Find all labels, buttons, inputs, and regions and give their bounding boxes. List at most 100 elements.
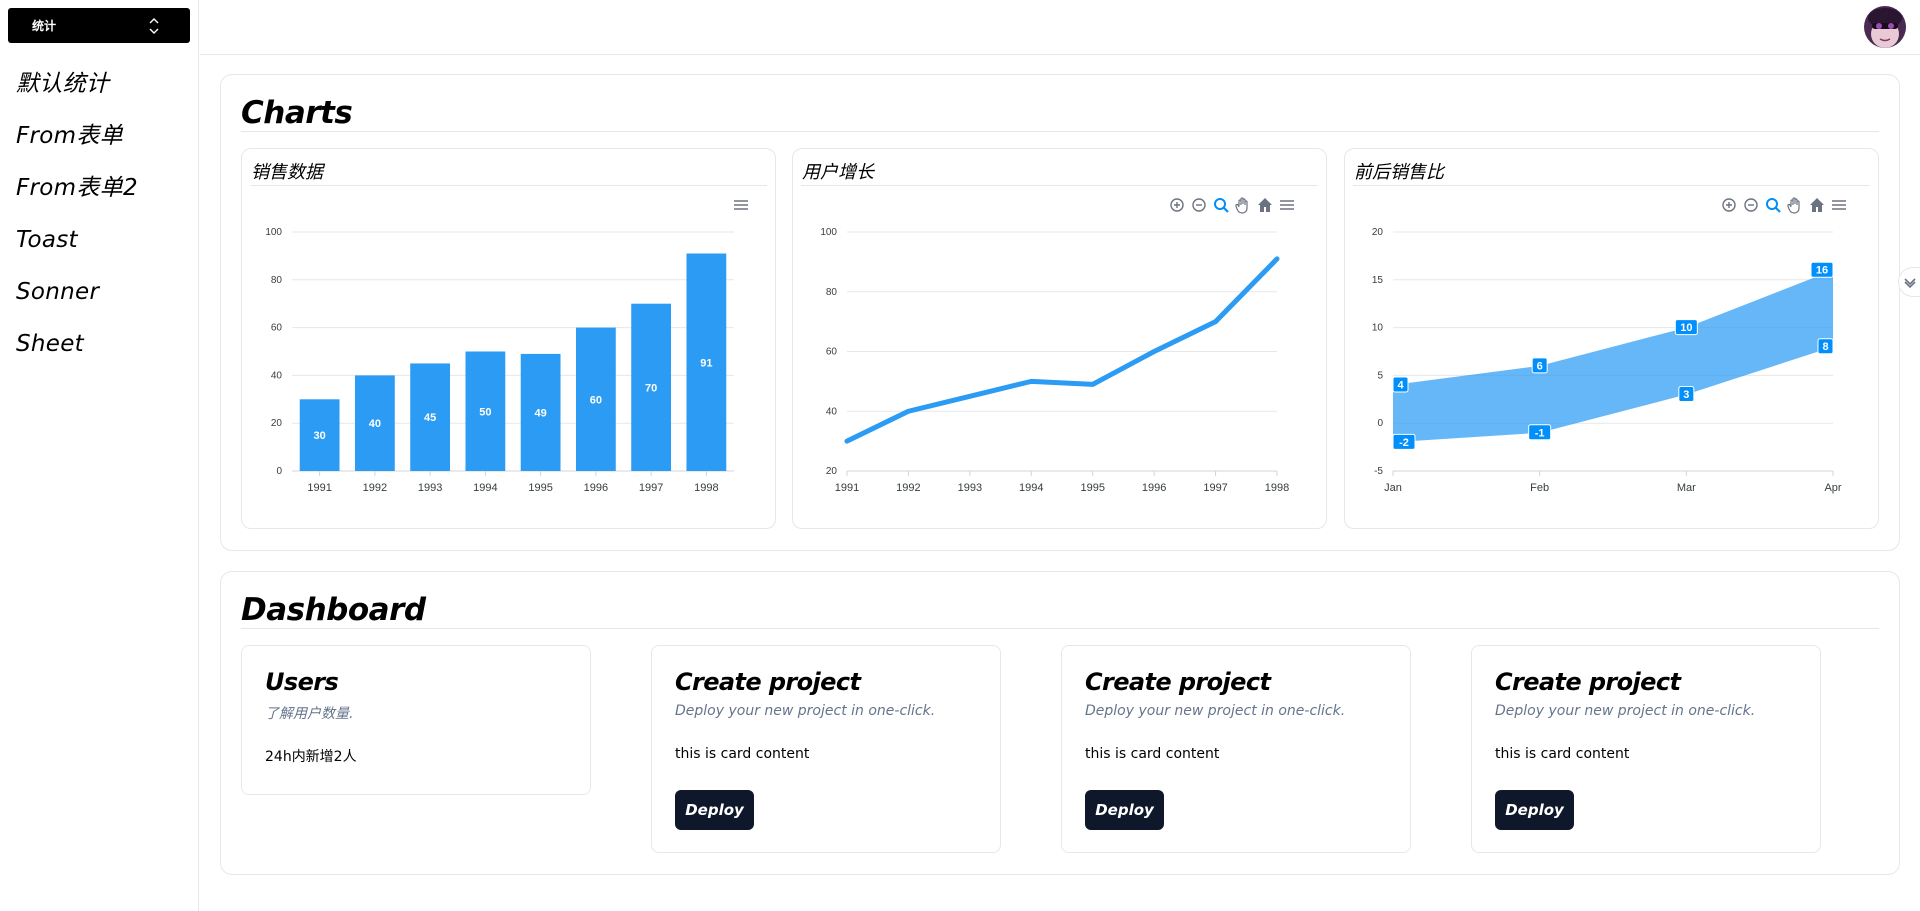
- edge-toggle[interactable]: [1898, 267, 1920, 297]
- y-tick-label: 60: [826, 347, 838, 358]
- chart-title: 用户增长: [802, 162, 874, 183]
- y-tick-label: 80: [271, 275, 283, 286]
- x-tick-label: 1998: [694, 482, 718, 494]
- y-tick-label: 20: [826, 466, 838, 477]
- sidebar-item-sonner[interactable]: Sonner: [16, 278, 138, 330]
- topbar: [200, 0, 1920, 55]
- dashboard-section: Dashboard Users 了解用户数量. 24h内新增2人 Create …: [220, 571, 1900, 875]
- x-tick-label: 1992: [896, 482, 920, 494]
- data-label: 10: [1680, 322, 1692, 334]
- project-card: Create project Deploy your new project i…: [1061, 645, 1411, 853]
- area-chart-sales-ratio: -5 0 5 10 15 20 Jan Feb Mar Apr 4 6 10 16 -2 -1 3 8: [1372, 227, 1842, 494]
- card-content: 24h内新增2人: [265, 749, 357, 765]
- sidebar-item-form[interactable]: From表单: [16, 122, 138, 174]
- project-card: Create project Deploy your new project i…: [1471, 645, 1821, 853]
- card-title: Users: [265, 668, 339, 696]
- sidebar-item-default-stats[interactable]: 默认统计: [16, 70, 138, 122]
- sidebar-nav: 默认统计 From表单 From表单2 Toast Sonner Sheet: [16, 70, 138, 382]
- deploy-button[interactable]: Deploy: [1085, 790, 1164, 830]
- y-tick-label: 0: [276, 466, 282, 477]
- y-tick-label: 100: [820, 227, 837, 238]
- card-content: this is card content: [1495, 746, 1630, 762]
- x-tick-label: Feb: [1530, 482, 1549, 494]
- sidebar-item-sheet[interactable]: Sheet: [16, 330, 138, 382]
- y-tick-label: 40: [271, 370, 283, 381]
- chart-title-divider: [250, 185, 767, 186]
- project-card: Create project Deploy your new project i…: [651, 645, 1001, 853]
- avatar[interactable]: [1864, 6, 1906, 48]
- range-area: [1393, 270, 1833, 443]
- section-title-charts: Charts: [241, 95, 353, 131]
- x-tick-label: 1992: [363, 482, 387, 494]
- y-tick-label: 20: [271, 418, 283, 429]
- data-label: -1: [1535, 427, 1545, 439]
- bar-data-label: 70: [645, 382, 657, 394]
- data-label: 3: [1683, 389, 1689, 401]
- section-title-dashboard: Dashboard: [241, 592, 426, 628]
- y-tick-label: 5: [1377, 370, 1383, 381]
- card-title: Create project: [1495, 668, 1681, 696]
- y-tick-label: 80: [826, 287, 838, 298]
- y-tick-label: 0: [1377, 418, 1383, 429]
- x-tick-label: 1997: [639, 482, 663, 494]
- chart-title: 销售数据: [251, 162, 323, 183]
- card-description: Deploy your new project in one-click.: [1085, 703, 1346, 719]
- bar-data-label: 40: [369, 418, 381, 430]
- line-chart-user-growth: 20 40 60 80 100 1991 1992 1993 1994 1995 1996 1997 1…: [820, 227, 1289, 494]
- data-label: 8: [1822, 341, 1828, 353]
- x-tick-label: 1994: [1019, 482, 1043, 494]
- bar-data-label: 50: [479, 406, 491, 418]
- x-tick-label: 1997: [1203, 482, 1227, 494]
- data-label: 16: [1816, 265, 1828, 277]
- bar-data-label: 30: [314, 430, 326, 442]
- chart-card-user-growth: 用户增长 20 40 60 80 100 1991 1992 1993 1994 1995 1996…: [792, 148, 1327, 529]
- chart-card-sales: 销售数据 0 20 40 60 80 100 1991 1992 1993 1994 1995 199…: [241, 148, 776, 529]
- data-label: 4: [1397, 379, 1404, 391]
- y-tick-label: 60: [271, 323, 283, 334]
- bar-data-label: 60: [590, 394, 602, 406]
- card-content: this is card content: [675, 746, 810, 762]
- card-content: this is card content: [1085, 746, 1220, 762]
- chart-title-divider: [1353, 185, 1870, 186]
- chart-card-sales-ratio: 前后销售比 -5 0 5 10 15 20 Jan Feb Mar Apr 4 6 10 16 -2 -1 3 8: [1344, 148, 1879, 529]
- chevron-down-icon: [1904, 278, 1916, 289]
- x-tick-label: 1991: [307, 482, 331, 494]
- x-tick-label: 1993: [418, 482, 442, 494]
- section-switcher[interactable]: 统计: [8, 8, 190, 43]
- sidebar-item-form2[interactable]: From表单2: [16, 174, 138, 226]
- sidebar-item-toast[interactable]: Toast: [16, 226, 138, 278]
- y-tick-label: -5: [1374, 466, 1383, 477]
- bar-data-label: 45: [424, 412, 436, 424]
- x-tick-label: 1996: [584, 482, 608, 494]
- sidebar: 统计 默认统计 From表单 From表单2 Toast Sonner Shee…: [0, 0, 199, 911]
- bar-data-label: 91: [700, 357, 712, 369]
- y-tick-label: 10: [1372, 323, 1384, 334]
- x-tick-label: Jan: [1384, 482, 1402, 494]
- x-tick-label: Apr: [1824, 482, 1841, 494]
- chart-title-divider: [801, 185, 1318, 186]
- x-tick-label: 1993: [958, 482, 982, 494]
- series-line: [844, 256, 1280, 444]
- y-tick-label: 100: [265, 227, 282, 238]
- bar-data-label: 49: [535, 407, 547, 419]
- chevron-up-down-icon: [149, 18, 159, 34]
- card-title: Create project: [1085, 668, 1271, 696]
- x-tick-label: Mar: [1677, 482, 1696, 494]
- x-tick-label: 1991: [835, 482, 859, 494]
- data-label: -2: [1399, 437, 1409, 449]
- y-tick-label: 15: [1372, 275, 1384, 286]
- data-label: 6: [1537, 360, 1543, 372]
- chart-title: 前后销售比: [1354, 162, 1444, 183]
- deploy-button[interactable]: Deploy: [675, 790, 754, 830]
- section-divider: [241, 131, 1879, 132]
- x-tick-label: 1994: [473, 482, 497, 494]
- switcher-label: 统计: [32, 19, 57, 33]
- card-description: Deploy your new project in one-click.: [1495, 703, 1756, 719]
- x-tick-label: 1998: [1265, 482, 1289, 494]
- y-tick-label: 40: [826, 406, 838, 417]
- card-description: 了解用户数量.: [265, 706, 354, 722]
- card-title: Create project: [675, 668, 861, 696]
- charts-section: Charts 销售数据 0 20 40 60 80 100 1991 1992 1993 1994…: [220, 74, 1900, 551]
- y-tick-label: 20: [1372, 227, 1384, 238]
- deploy-button[interactable]: Deploy: [1495, 790, 1574, 830]
